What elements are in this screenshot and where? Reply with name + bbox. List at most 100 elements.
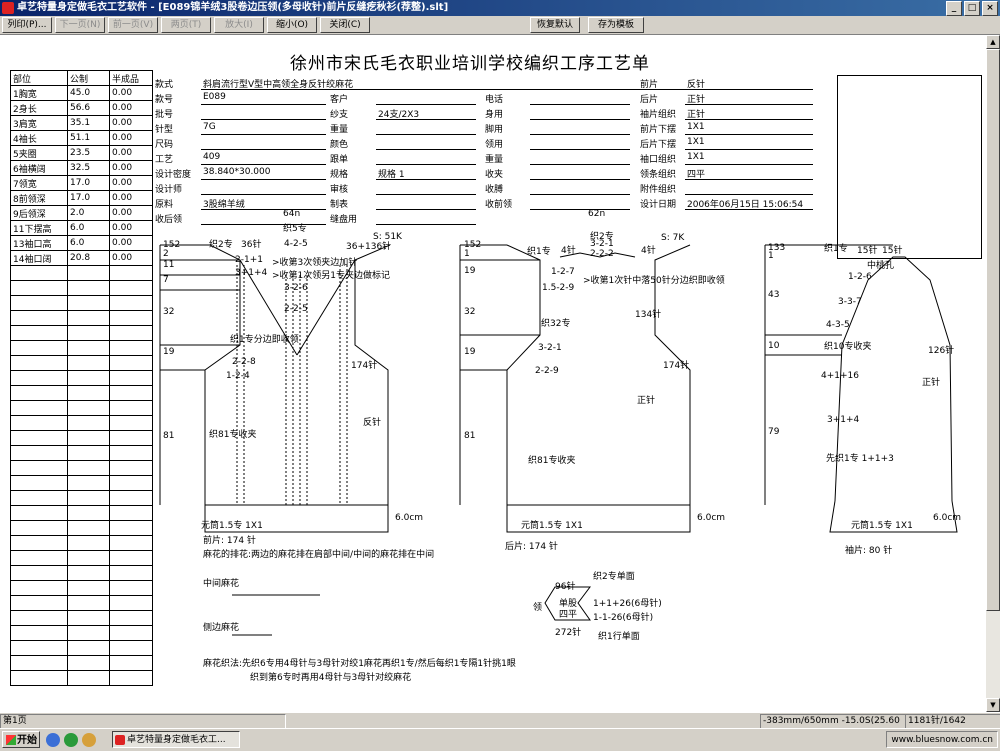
maximize-button[interactable]: □ — [964, 1, 980, 16]
back-label: S: 7K — [661, 233, 685, 243]
sleeve-label: 织10专收夹 — [824, 342, 872, 352]
ie-icon[interactable] — [46, 733, 60, 747]
back-label: 19 — [464, 347, 476, 357]
print-button[interactable]: 列印(P)... — [2, 17, 52, 33]
front-label: 7 — [163, 275, 169, 285]
back-label: 1-2-7 — [551, 267, 575, 277]
close-preview-button[interactable]: 关闭(C) — [320, 17, 370, 33]
back-label: 织81专收夹 — [528, 456, 576, 466]
sleeve-label: 6.0cm — [933, 513, 962, 523]
back-label: 19 — [464, 266, 476, 276]
next-page-button[interactable]: 下一页(N) — [55, 17, 105, 33]
sleeve-label: 126针 — [928, 346, 955, 356]
sleeve-label: 正针 — [922, 378, 941, 388]
save-template-button[interactable]: 存为模板 — [588, 17, 644, 33]
front-label: 11 — [163, 260, 175, 270]
front-label: 3+1+4 — [235, 268, 268, 278]
back-label: 2-2-9 — [535, 366, 559, 376]
minimize-button[interactable]: _ — [946, 1, 962, 16]
taskbar: 开始 卓艺特量身定做毛衣工... www.bluesnow.com.cn — [0, 728, 1000, 751]
back-label: 4针 — [641, 246, 656, 256]
zoom-out-button[interactable]: 缩小(O) — [267, 17, 317, 33]
front-label: 织2专 — [209, 240, 233, 250]
front-label: 织81专收夹 — [209, 430, 257, 440]
mahua-method-line1: 麻花织法:先织6专用4母针与3母针对绞1麻花再织1专/然后每织1专隔1针挑1眼 — [203, 659, 516, 669]
windows-logo-icon — [6, 735, 16, 745]
front-label: 2 — [163, 249, 169, 259]
back-label: 3-2-1 — [538, 343, 562, 353]
collar-top-note: 织2专单面 — [593, 572, 635, 582]
back-label: 3-2-1 — [590, 239, 614, 249]
sleeve-label: 15针 — [882, 246, 903, 256]
front-label: 81 — [163, 431, 175, 441]
status-bar: 第1页 -383mm/650mm -15.0S(25.60 1181针/1642 — [0, 712, 1000, 729]
sleeve-label: 10 — [768, 341, 780, 351]
front-label: 6.0cm — [395, 513, 424, 523]
zoom-in-button[interactable]: 放大(I) — [214, 17, 264, 33]
back-label: 134针 — [635, 310, 662, 320]
taskbar-app-label: 卓艺特量身定做毛衣工... — [127, 735, 226, 745]
sleeve-label: 1 — [768, 251, 774, 261]
window-title-bar: 卓艺特量身定做毛衣工艺软件 - [E089锦羊绒3股卷边压领(多母收针)前片反缝… — [0, 0, 1000, 16]
sleeve-label: 先织1专 1+1+3 — [826, 454, 894, 464]
sleeve-caption: 袖片: 80 针 — [845, 546, 893, 556]
window-title: 卓艺特量身定做毛衣工艺软件 - [E089锦羊绒3股卷边压领(多母收针)前片反缝… — [17, 2, 449, 13]
front-label: >收第3次领夹边加针 — [272, 258, 358, 268]
front-label: 织5专 — [283, 224, 307, 234]
back-caption: 后片: 174 针 — [505, 542, 558, 552]
front-label: 4-2-5 — [284, 239, 308, 249]
back-label: 81 — [464, 431, 476, 441]
sleeve-label: 1-2-6 — [848, 272, 872, 282]
front-label: 元筒1.5专 1X1 — [201, 521, 263, 531]
collar-label: 领 — [533, 603, 543, 613]
front-label: 32 — [163, 307, 175, 317]
front-label: 19 — [163, 347, 175, 357]
back-label: >收第1次针中落50针分边织即收领 — [583, 276, 725, 286]
sheet-canvas: 徐州市宋氏毛衣职业培训学校编织工序工艺单 部位 公制 半成品 1胸宽 45.0 0.… — [0, 35, 986, 712]
mahua-layout-note: 麻花的排花:两边的麻花排在肩部中间/中间的麻花排在中间 — [203, 550, 435, 560]
collar-top-count: 96针 — [555, 582, 576, 592]
collar-mid2: 四平 — [559, 610, 578, 620]
sleeve-label: 3-3-7 — [838, 297, 862, 307]
scroll-thumb[interactable] — [986, 49, 1000, 611]
front-top-measure: 64n — [283, 209, 301, 219]
front-label: >收第1次领另1专夹边做标记 — [272, 271, 390, 281]
scroll-up-icon[interactable]: ▲ — [986, 35, 1000, 49]
app-task-icon — [115, 735, 125, 745]
front-label: 织1专分边即收领 — [230, 335, 299, 345]
front-label: 2-1+1 — [235, 255, 263, 265]
front-caption: 前片: 174 针 — [203, 536, 256, 546]
back-label: 32 — [464, 307, 476, 317]
sleeve-label: 15针 — [857, 246, 878, 256]
back-label: 174针 — [663, 361, 690, 371]
sleeve-label: 4+1+16 — [821, 371, 859, 381]
back-label: 4针 — [561, 246, 576, 256]
sleeve-label: 中桃孔 — [867, 261, 895, 271]
back-label: 1.5-2-9 — [542, 283, 575, 293]
sleeve-label: 织1专 — [824, 244, 848, 254]
back-label: 1 — [464, 249, 470, 259]
sleeve-label: 79 — [768, 427, 780, 437]
side-mahua-label: 侧边麻花 — [203, 623, 240, 633]
back-label: 织1专 — [527, 247, 551, 257]
print-preview-toolbar: 列印(P)... 下一页(N) 前一页(V) 两页(T) 放大(I) 缩小(O)… — [0, 16, 1000, 35]
back-label: 2-2-2 — [590, 249, 614, 259]
start-button[interactable]: 开始 — [2, 731, 40, 748]
app-icon — [2, 2, 14, 14]
front-label: S: 51K — [373, 232, 402, 242]
sleeve-label: 3+1+4 — [827, 415, 860, 425]
close-window-button[interactable]: × — [982, 1, 998, 16]
desktop-icon[interactable] — [64, 733, 78, 747]
back-label: 织32专 — [541, 319, 571, 329]
two-page-button[interactable]: 两页(T) — [161, 17, 211, 33]
status-coords: -383mm/650mm -15.0S(25.60 — [760, 714, 906, 729]
start-label: 开始 — [17, 735, 37, 746]
media-icon[interactable] — [82, 733, 96, 747]
prev-page-button[interactable]: 前一页(V) — [108, 17, 158, 33]
scroll-down-icon[interactable]: ▼ — [986, 698, 1000, 712]
taskbar-app-button[interactable]: 卓艺特量身定做毛衣工... — [112, 731, 240, 748]
front-label: 2-2-8 — [232, 357, 256, 367]
vertical-scrollbar[interactable]: ▲ ▼ — [986, 35, 1000, 712]
front-label: 3-2-6 — [284, 283, 308, 293]
restore-default-button[interactable]: 恢复默认 — [530, 17, 580, 33]
